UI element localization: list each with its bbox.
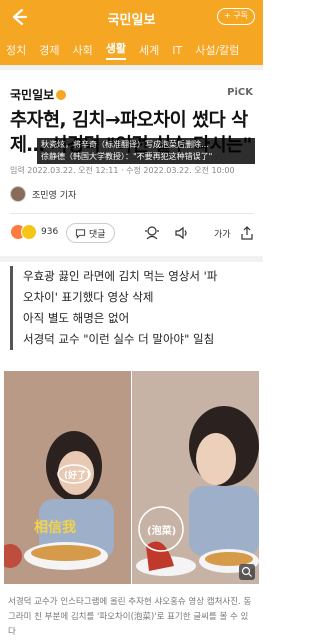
summary-line: 아직 별도 해명은 없어 [23,311,130,325]
summary-line: 서경덕 교수 "이런 실수 더 말아야" 일침 [23,332,215,346]
translation-line-2: 徐静德（韩国大学教授）："不要再犯这种错误了" [41,152,213,161]
comment-button[interactable]: 댓글 [66,223,115,243]
article-dateline: 입력 2022.03.22. 오전 12:11 · 수정 2022.03.22.… [10,166,235,175]
divider [10,213,253,214]
publisher-name: 국민일보 [10,88,55,102]
section-divider [0,65,263,70]
reaction-summary[interactable]: 936 [10,224,58,240]
translation-overlay: 秋瓷炫，将辛奇（标准翻译）写成泡菜后删除… 徐静德（韩国大学教授）："不要再犯这… [37,138,255,164]
translation-line-1: 秋瓷炫，将辛奇（标准翻译）写成泡菜后删除… [41,140,209,149]
photo-text-left: 相信我 [34,520,76,536]
publisher-badge-icon [56,90,67,100]
tab-life[interactable]: 생활 [105,40,126,60]
summary-line: 오차이' 표기했다 영상 삭제 [23,290,154,304]
top-bar: 국민일보 + 구독 [0,0,263,35]
comment-label: 댓글 [89,229,106,240]
reporter-info[interactable]: 조민영 기자 [10,186,76,202]
tab-economy[interactable]: 경제 [39,42,59,58]
subscribe-button[interactable]: + 구독 [217,8,255,25]
tab-it[interactable]: IT [172,44,182,57]
category-nav: 정치 경제 사회 생활 세계 IT 사설/칼럼 [0,35,263,65]
speaker-icon[interactable] [174,225,190,241]
zoom-icon[interactable] [239,564,255,580]
photo-text-bubble-left: (好了) [64,471,91,481]
avatar [10,186,26,202]
reaction-icon [21,224,37,240]
photo-text-bubble-right: (泡菜) [147,526,177,537]
reporter-name: 조민영 기자 [32,190,77,201]
section-divider [0,256,263,262]
font-size-button[interactable]: 가가 [214,227,231,240]
audio-icon[interactable] [144,225,160,241]
reaction-count: 936 [41,227,59,237]
publisher-logo[interactable]: 국민일보 [10,86,67,103]
pick-badge: PiCK [227,87,253,98]
tab-editorial[interactable]: 사설/칼럼 [195,42,239,58]
tab-society[interactable]: 사회 [73,42,93,58]
share-icon[interactable] [239,225,255,241]
article-actions: 936 댓글 가가 [10,223,255,245]
tab-politics[interactable]: 정치 [6,42,26,58]
summary-line: 우효광 끓인 라면에 김치 먹는 영상서 '파 [23,269,218,283]
article-photo[interactable]: 相信我 (好了) (泡菜) [4,371,259,584]
comment-icon [75,228,86,239]
article-summary: 우효광 끓인 라면에 김치 먹는 영상서 '파 오차이' 표기했다 영상 삭제 … [10,266,255,350]
tab-world[interactable]: 세계 [139,42,159,58]
photo-caption: 서경덕 교수가 인스타그램에 올린 추자현 샤오홍슈 영상 캡처사진. 동그라미… [8,597,252,637]
